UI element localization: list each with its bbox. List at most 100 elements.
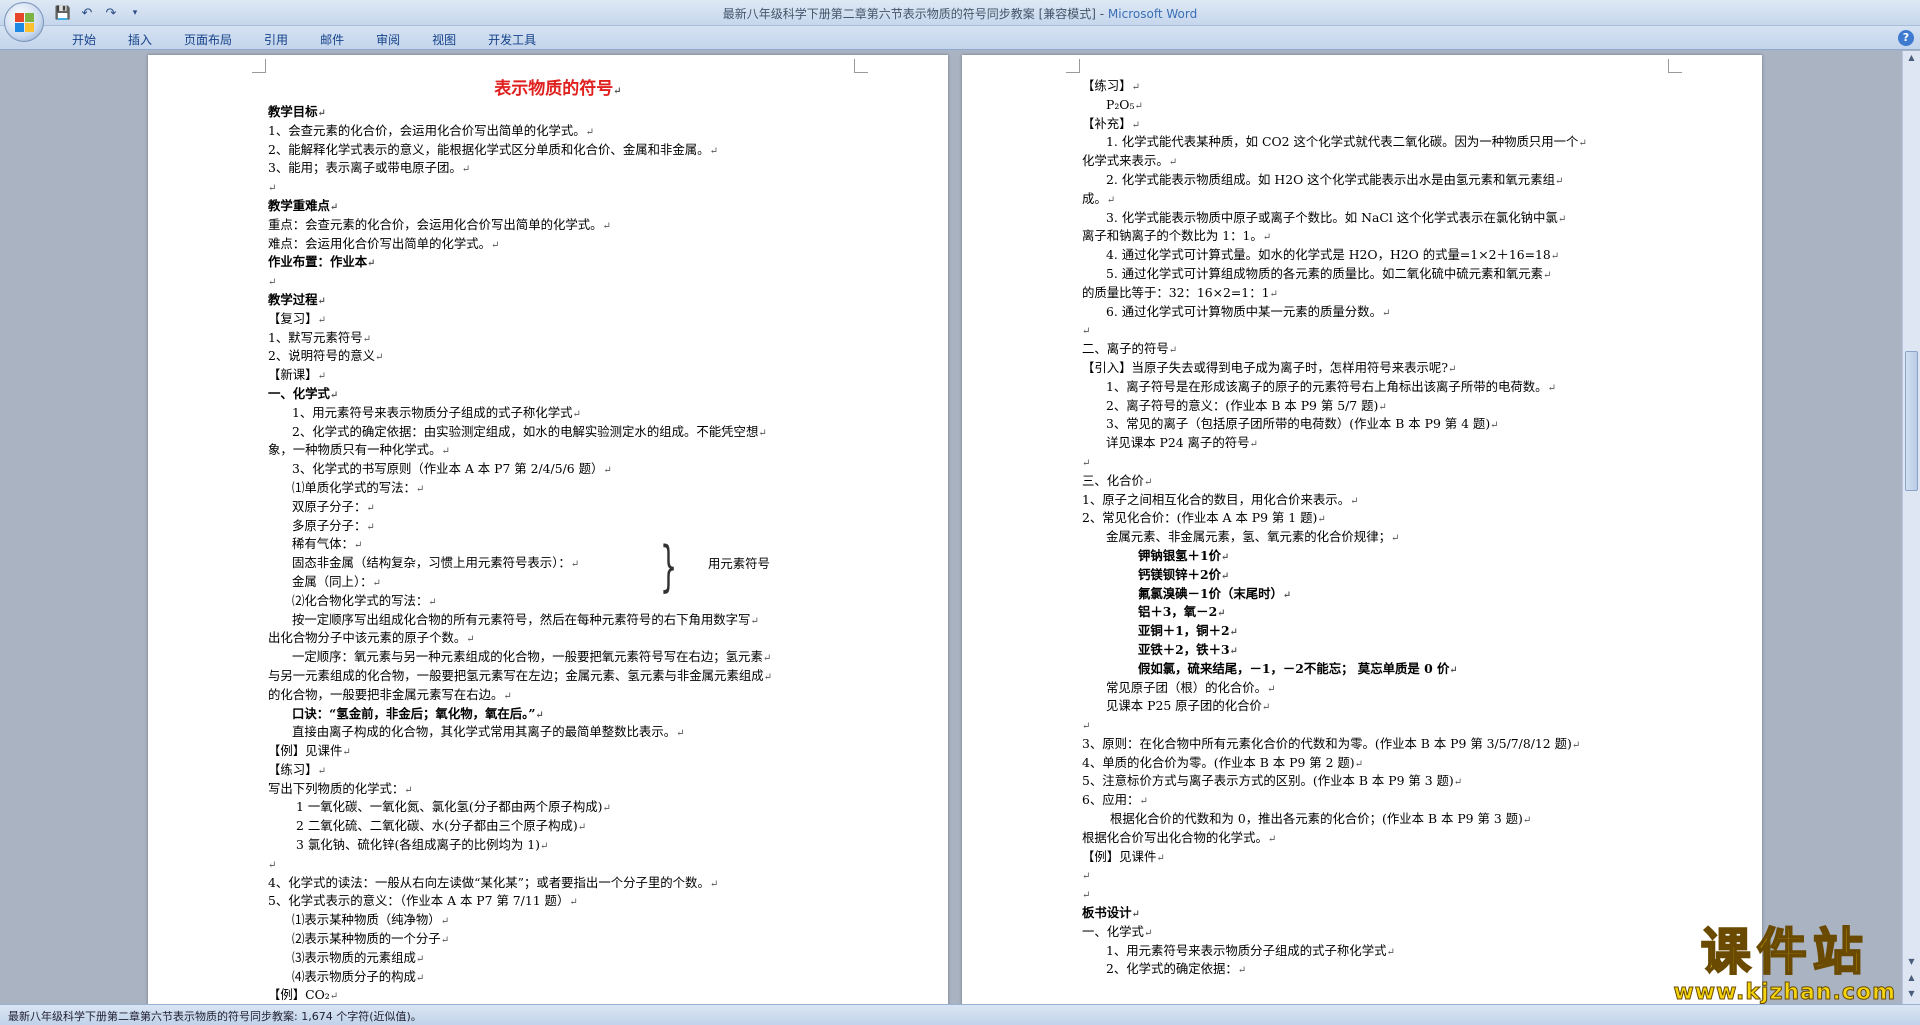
paragraph-mark: ↵ [1082, 457, 1091, 469]
paragraph-mark: ↵ [1447, 363, 1457, 375]
previous-page-icon[interactable]: ▲ [1905, 973, 1918, 986]
text-line-content: 的化合物，一般要把非金属元素写在右边。 [268, 686, 504, 702]
window-title-doc: 最新八年级科学下册第二章第六节表示物质的符号同步教案 [兼容模式] - [722, 7, 1108, 21]
ribbon-tab[interactable]: 页面布局 [168, 29, 248, 50]
text-line-content: 离子和钠离子的个数比为 1：1。 [1082, 228, 1263, 244]
paragraph-mark: ↵ [570, 559, 580, 571]
text-line-content: 双原子分子： [292, 498, 367, 514]
text-line-content: 3. 化学式能表示物质中原子或离子个数比。如 NaCl 这个化学式表示在氯化钠中… [1106, 209, 1558, 225]
page-2-content[interactable]: 【练习】↵ P₂O₅↵ 【补充】↵ 1. 化学式能代表某种质，如 CO2 这个化学式就… [1082, 77, 1662, 979]
paragraph-mark: ↵ [440, 935, 450, 947]
text-line-content: 2、化学式的确定依据： [1106, 961, 1238, 977]
text-line-content: 2、说明符号的意义 [268, 348, 376, 364]
watermark-title: 课件站 [1700, 923, 1869, 981]
text-line: 2、化学式的确定依据：↵ [1082, 960, 1662, 979]
paragraph-mark: ↵ [1131, 119, 1140, 131]
paragraph-mark: ↵ [329, 201, 339, 213]
text-line-content: 写出下列物质的化学式： [268, 780, 405, 796]
office-button[interactable] [4, 2, 44, 42]
paragraph-mark: ↵ [317, 314, 326, 326]
paragraph-mark: ↵ [440, 916, 450, 928]
text-line: 难点：会运用化合价写出简单的化学式。↵ [268, 235, 848, 254]
document-area[interactable]: 表示物质的符号↵ 教学目标↵ 1、会查元素的化合价，会运用化合价写出简单的化学式。… [0, 51, 1902, 1004]
paragraph-mark: ↵ [1350, 495, 1359, 507]
page-1-content[interactable]: 表示物质的符号↵ 教学目标↵ 1、会查元素的化合价，会运用化合价写出简单的化学式。… [268, 75, 848, 1004]
text-line: 亚铜＋1，铜＋2↵ [1082, 622, 1662, 641]
text-line: 氟氯溴碘－1价（末尾时）↵ [1082, 585, 1662, 604]
text-line: 【练习】↵ [1082, 77, 1662, 96]
text-line: 三、化合价↵ [1082, 472, 1662, 491]
paragraph-mark: ↵ [1249, 439, 1258, 451]
text-line-content: 一、化学式 [1082, 923, 1144, 939]
title-bar: 💾 ↶ ↷ ▾ 最新八年级科学下册第二章第六节表示物质的符号同步教案 [兼容模式… [0, 0, 1920, 26]
text-line: ⑵化合物化学式的写法：↵ [268, 592, 848, 611]
text-line: ⑶表示物质的元素组成↵ [268, 949, 848, 968]
paragraph-mark: ↵ [569, 897, 578, 909]
paragraph-mark: ↵ [428, 596, 437, 608]
text-line-content: 铝＋3，氧－2 [1138, 604, 1218, 620]
ribbon-tabs: 开始 插入 页面布局 引用 邮件 审阅 视图 开发工具 ? [0, 26, 1920, 50]
paragraph-mark: ↵ [1267, 683, 1276, 695]
ribbon-tab[interactable]: 审阅 [360, 29, 416, 50]
ribbon-tab[interactable]: 引用 [248, 29, 304, 50]
paragraph-mark: ↵ [342, 747, 351, 759]
ribbon-tab[interactable]: 插入 [112, 29, 168, 50]
paragraph-mark: ↵ [1390, 533, 1400, 545]
text-line: 稀有气体：↵} 用元素符号 [268, 535, 848, 598]
help-icon[interactable]: ? [1898, 30, 1914, 46]
text-line-content: 【例】CO₂ [268, 987, 330, 1003]
text-line: 作业布置：作业本↵ [268, 253, 848, 272]
text-line: 二、离子的符号↵ [1082, 340, 1662, 359]
text-line: 与另一元素组成的化合物，一般要把氢元素写在左边；金属元素、氢元素与非金属元素组成… [268, 667, 848, 686]
text-line: 2、化学式的确定依据：由实验测定组成，如水的电解实验测定水的组成。不能凭空想↵ [268, 423, 848, 442]
ribbon-tab[interactable]: 邮件 [304, 29, 360, 50]
next-page-icon[interactable]: ▼ [1905, 989, 1918, 1002]
text-line-content: 【引入】当原子失去或得到电子成为离子时，怎样用符号来表示呢? [1082, 359, 1448, 375]
text-line: 一、化学式↵ [268, 385, 848, 404]
text-line-content: 详见课本 P24 离子的符号 [1106, 435, 1250, 451]
text-line-content: 教学重难点 [268, 197, 330, 213]
text-line: 亚铁＋2，铁＋3↵ [1082, 641, 1662, 660]
text-line: 3. 化学式能表示物质中原子或离子个数比。如 NaCl 这个化学式表示在氯化钠中… [1082, 209, 1662, 228]
text-line: 一、化学式↵ [1082, 923, 1662, 942]
paragraph-mark: ↵ [1269, 288, 1278, 300]
text-line: 根据化合价写出化合物的化学式。↵ [1082, 829, 1662, 848]
paragraph-mark: ↵ [1490, 420, 1499, 432]
paragraph-mark: ↵ [1220, 570, 1230, 582]
paragraph-mark: ↵ [404, 784, 413, 796]
text-line-content: 根据化合价的代数和为 0，推出各元素的化合价；(作业本 B 本 P9 第 3 题… [1110, 811, 1523, 827]
text-line: ⑴表示某种物质（纯净物）↵ [268, 911, 848, 930]
paragraph-mark: ↵ [1229, 645, 1238, 657]
text-line-content: 氟氯溴碘－1价（末尾时） [1138, 585, 1283, 601]
ribbon-tab[interactable]: 视图 [416, 29, 472, 50]
scroll-thumb[interactable] [1905, 351, 1918, 491]
paragraph-mark: ↵ [329, 991, 339, 1003]
text-line: 金属元素、非金属元素，氢、氧元素的化合价规律；↵ [1082, 528, 1662, 547]
paragraph-mark: ↵ [577, 822, 587, 834]
paragraph-mark: ↵ [762, 653, 772, 665]
scroll-down-icon[interactable]: ▼ [1905, 957, 1918, 970]
text-line: 一定顺序：氧元素与另一种元素组成的化合物，一般要把氧元素符号写在右边；氢元素↵ [268, 648, 848, 667]
text-line: 【练习】↵ [268, 761, 848, 780]
text-line-content: 1、用元素符号来表示物质分子组成的式子称化学式 [1106, 942, 1387, 958]
text-line-content: 4、化学式的读法：一般从右向左读做“某化某”；或者要指出一个分子里的个数。 [268, 874, 710, 890]
text-line-content: 稀有气体： [292, 536, 354, 552]
scroll-up-icon[interactable]: ▲ [1905, 53, 1918, 66]
text-line: 教学过程↵ [268, 291, 848, 310]
text-line-content: ⑵化合物化学式的写法： [292, 592, 429, 608]
paragraph-mark: ↵ [1229, 627, 1238, 639]
paragraph-mark: ↵ [1354, 758, 1364, 770]
text-line-content: 金属（同上）： [292, 573, 373, 589]
text-line: 口诀：“氢金前，非金后；氧化物，氧在后。”↵ [268, 705, 848, 724]
ribbon-tab[interactable]: 开始 [56, 29, 112, 50]
text-line-content: 三、化合价 [1082, 472, 1144, 488]
office-logo-icon [15, 13, 35, 33]
ribbon-tab[interactable]: 开发工具 [472, 29, 552, 50]
vertical-scrollbar[interactable]: ▲ ▼ ▲ ▼ [1902, 51, 1920, 1004]
text-line-content: 【补充】 [1082, 115, 1132, 131]
text-line: 1、离子符号是在形成该离子的原子的元素符号右上角标出该离子所带的电荷数。↵ [1082, 378, 1662, 397]
paragraph-mark: ↵ [1220, 551, 1230, 563]
text-line-content: 5、化学式表示的意义：（作业本 A 本 P7 第 7/11 题） [268, 893, 570, 909]
text-line-content: 假如氯，硫来结尾，－1，－2不能忘； 莫忘单质是 0 价 [1138, 660, 1450, 676]
text-line: 钙镁钡锌＋2价↵ [1082, 566, 1662, 585]
